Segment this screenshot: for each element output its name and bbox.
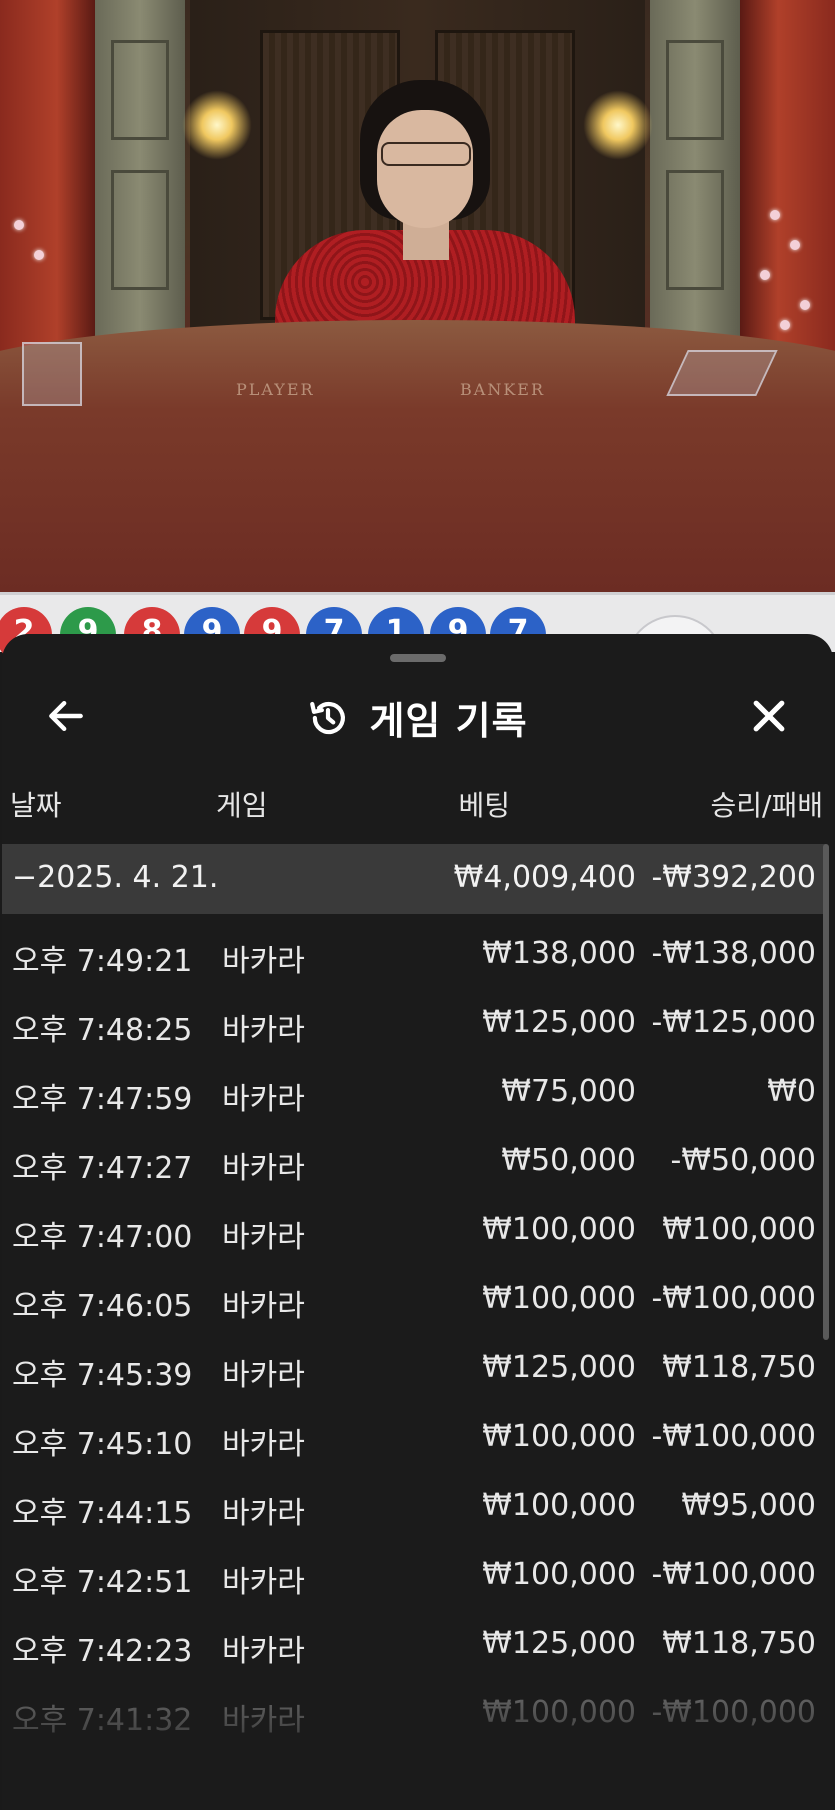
row-time: 오후 7:42:23 — [12, 1634, 193, 1669]
history-row[interactable]: 오후 7:46:05 바카라 ₩100,000 -₩100,000 — [2, 1259, 826, 1328]
history-row[interactable]: 오후 7:42:51 바카라 ₩100,000 -₩100,000 — [2, 1535, 826, 1604]
row-game: 바카라 — [222, 1013, 305, 1048]
right-pillar — [650, 0, 740, 340]
history-list: 오후 7:49:21 바카라 ₩138,000 -₩138,000 오후 7:4… — [2, 914, 826, 1742]
row-bet: ₩100,000 — [482, 1212, 636, 1247]
banker-table-label: BANKER — [460, 380, 545, 399]
day-summary-row[interactable]: −2025. 4. 21. ₩4,009,400 -₩392,200 — [2, 844, 826, 914]
row-time: 오후 7:45:10 — [12, 1427, 193, 1462]
row-game: 바카라 — [222, 944, 305, 979]
history-row[interactable]: 오후 7:45:39 바카라 ₩125,000 ₩118,750 — [2, 1328, 826, 1397]
dealer — [265, 80, 585, 360]
close-icon — [753, 700, 785, 732]
sheet-header: 게임 기록 — [2, 690, 833, 743]
row-time: 오후 7:48:25 — [12, 1013, 193, 1048]
row-time: 오후 7:45:39 — [12, 1358, 193, 1393]
row-result: ₩118,750 — [662, 1350, 816, 1385]
history-row[interactable]: 오후 7:45:10 바카라 ₩100,000 -₩100,000 — [2, 1397, 826, 1466]
row-game: 바카라 — [222, 1427, 305, 1462]
row-result: ₩118,750 — [662, 1626, 816, 1661]
sheet-title: 게임 기록 — [369, 699, 528, 743]
row-time: 오후 7:41:32 — [12, 1703, 193, 1738]
column-header-game: 게임 — [216, 789, 268, 822]
player-table-label: PLAYER — [236, 380, 315, 399]
sheet-drag-handle[interactable] — [390, 654, 446, 662]
row-result: ₩100,000 — [662, 1212, 816, 1247]
column-header-bet: 베팅 — [458, 789, 510, 822]
history-row[interactable]: 오후 7:42:23 바카라 ₩125,000 ₩118,750 — [2, 1604, 826, 1673]
row-bet: ₩50,000 — [501, 1143, 636, 1178]
left-wall-decor — [0, 0, 95, 360]
row-result: -₩100,000 — [651, 1419, 816, 1454]
row-result: ₩95,000 — [681, 1488, 816, 1523]
row-bet: ₩100,000 — [482, 1281, 636, 1316]
right-wall-decor — [740, 0, 835, 360]
row-bet: ₩100,000 — [482, 1419, 636, 1454]
left-pillar — [95, 0, 185, 340]
day-total-result: -₩392,200 — [651, 860, 816, 895]
day-total-bet: ₩4,009,400 — [453, 860, 636, 895]
row-game: 바카라 — [222, 1082, 305, 1117]
history-row[interactable]: 오후 7:48:25 바카라 ₩125,000 -₩125,000 — [2, 983, 826, 1052]
row-game: 바카라 — [222, 1496, 305, 1531]
row-game: 바카라 — [222, 1151, 305, 1186]
history-row[interactable]: 오후 7:49:21 바카라 ₩138,000 -₩138,000 — [2, 914, 826, 983]
row-time: 오후 7:47:00 — [12, 1220, 193, 1255]
row-bet: ₩100,000 — [482, 1557, 636, 1592]
day-date: −2025. 4. 21. — [12, 860, 219, 895]
history-row[interactable]: 오후 7:47:59 바카라 ₩75,000 ₩0 — [2, 1052, 826, 1121]
live-video: PLAYER BANKER — [0, 0, 835, 592]
row-bet: ₩138,000 — [482, 936, 636, 971]
discard-tray — [22, 342, 82, 406]
game-history-sheet: 게임 기록 날짜 게임 베팅 승리/패배 −2025. 4. 21. ₩4,00… — [2, 634, 833, 1810]
history-icon — [310, 701, 346, 734]
history-row[interactable]: 오후 7:41:32 바카라 ₩100,000 -₩100,000 — [2, 1673, 826, 1742]
row-bet: ₩125,000 — [482, 1350, 636, 1385]
row-bet: ₩100,000 — [482, 1695, 636, 1730]
row-game: 바카라 — [222, 1565, 305, 1600]
row-game: 바카라 — [222, 1220, 305, 1255]
row-result: -₩138,000 — [651, 936, 816, 971]
list-scrollbar[interactable] — [823, 844, 829, 1340]
row-game: 바카라 — [222, 1289, 305, 1324]
row-result: -₩125,000 — [651, 1005, 816, 1040]
row-result: -₩50,000 — [670, 1143, 816, 1178]
row-bet: ₩100,000 — [482, 1488, 636, 1523]
row-bet: ₩125,000 — [482, 1626, 636, 1661]
row-result: -₩100,000 — [651, 1557, 816, 1592]
left-lamp — [182, 90, 252, 160]
row-time: 오후 7:42:51 — [12, 1565, 193, 1600]
right-lamp — [583, 90, 653, 160]
row-game: 바카라 — [222, 1703, 305, 1738]
history-row[interactable]: 오후 7:44:15 바카라 ₩100,000 ₩95,000 — [2, 1466, 826, 1535]
row-bet: ₩125,000 — [482, 1005, 636, 1040]
row-game: 바카라 — [222, 1634, 305, 1669]
row-time: 오후 7:47:59 — [12, 1082, 193, 1117]
row-result: -₩100,000 — [651, 1695, 816, 1730]
row-bet: ₩75,000 — [501, 1074, 636, 1109]
column-header-result: 승리/패배 — [710, 789, 823, 822]
row-time: 오후 7:44:15 — [12, 1496, 193, 1531]
history-row[interactable]: 오후 7:47:27 바카라 ₩50,000 -₩50,000 — [2, 1121, 826, 1190]
row-time: 오후 7:46:05 — [12, 1289, 193, 1324]
row-time: 오후 7:49:21 — [12, 944, 193, 979]
row-result: ₩0 — [767, 1074, 816, 1109]
column-header-date: 날짜 — [10, 789, 62, 822]
row-result: -₩100,000 — [651, 1281, 816, 1316]
history-row[interactable]: 오후 7:47:00 바카라 ₩100,000 ₩100,000 — [2, 1190, 826, 1259]
close-button[interactable] — [739, 686, 799, 746]
row-time: 오후 7:47:27 — [12, 1151, 193, 1186]
row-game: 바카라 — [222, 1358, 305, 1393]
